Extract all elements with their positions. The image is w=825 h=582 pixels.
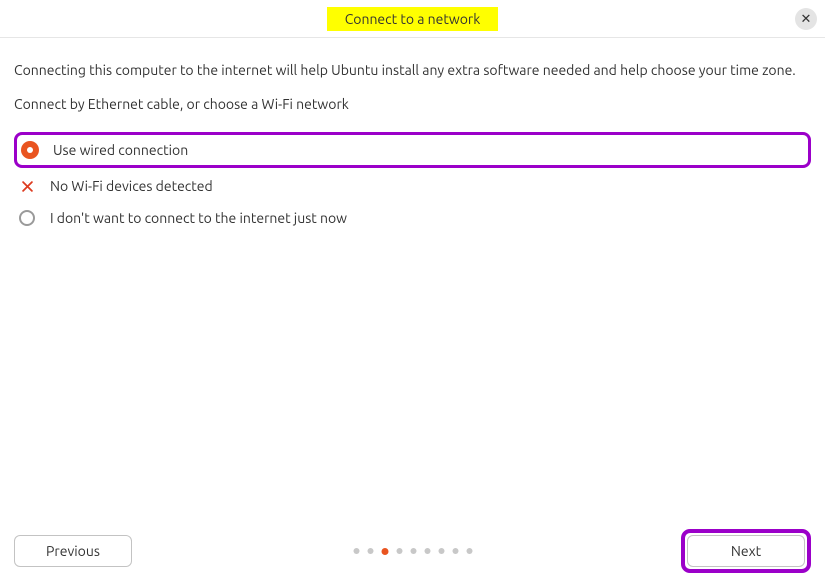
main-content: Connecting this computer to the internet… bbox=[0, 38, 825, 234]
progress-dot bbox=[438, 548, 444, 554]
network-options: Use wired connection No Wi-Fi devices de… bbox=[14, 132, 811, 234]
option-wired-label: Use wired connection bbox=[53, 142, 188, 158]
progress-dot bbox=[410, 548, 416, 554]
progress-dot-active bbox=[381, 548, 388, 555]
highlighted-option-wired: Use wired connection bbox=[14, 132, 811, 168]
footer-nav: Previous Next bbox=[0, 532, 825, 582]
close-button[interactable]: ✕ bbox=[795, 8, 817, 30]
intro-text: Connecting this computer to the internet… bbox=[14, 62, 811, 78]
next-button[interactable]: Next bbox=[687, 535, 805, 567]
option-no-connect[interactable]: I don't want to connect to the internet … bbox=[14, 202, 811, 234]
header-bar: Connect to a network ✕ bbox=[0, 0, 825, 38]
page-title: Connect to a network bbox=[327, 7, 499, 31]
close-icon: ✕ bbox=[801, 13, 812, 26]
radio-unselected-icon bbox=[18, 209, 36, 227]
progress-dot bbox=[396, 548, 402, 554]
previous-button[interactable]: Previous bbox=[14, 535, 132, 567]
option-wired-connection[interactable]: Use wired connection bbox=[17, 135, 197, 165]
option-no-wifi-label: No Wi-Fi devices detected bbox=[50, 178, 213, 194]
progress-dot bbox=[466, 548, 472, 554]
radio-selected-icon bbox=[21, 141, 39, 159]
progress-dots bbox=[353, 548, 472, 555]
progress-dot bbox=[353, 548, 359, 554]
option-no-connect-label: I don't want to connect to the internet … bbox=[50, 210, 347, 226]
progress-dot bbox=[452, 548, 458, 554]
x-icon bbox=[18, 177, 36, 195]
progress-dot bbox=[367, 548, 373, 554]
option-no-wifi: No Wi-Fi devices detected bbox=[14, 170, 811, 202]
subintro-text: Connect by Ethernet cable, or choose a W… bbox=[14, 96, 811, 112]
progress-dot bbox=[424, 548, 430, 554]
highlighted-next: Next bbox=[681, 529, 811, 573]
